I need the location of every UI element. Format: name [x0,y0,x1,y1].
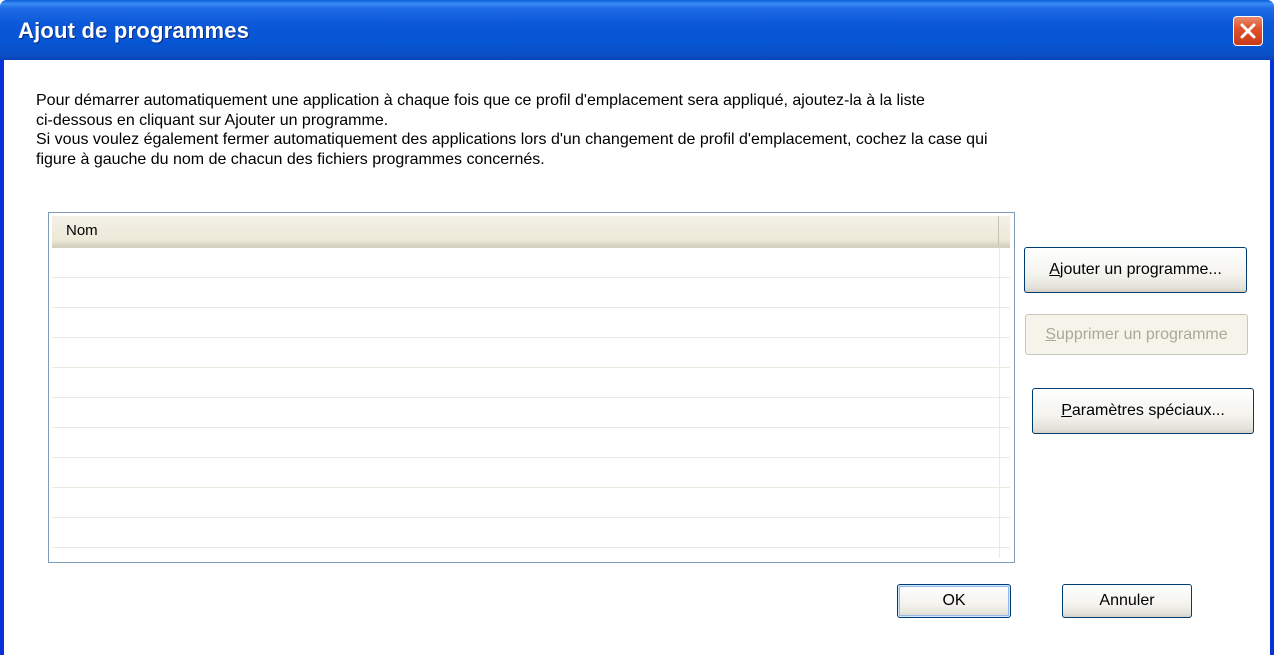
column-header-nom[interactable]: Nom [52,216,999,246]
close-button[interactable] [1233,16,1263,46]
special-settings-button[interactable]: Paramètres spéciaux... [1032,388,1254,434]
empty-row [52,248,1010,278]
add-program-accel: A [1049,261,1060,278]
ok-button[interactable]: OK [897,584,1011,618]
title-bar: Ajout de programmes [0,0,1274,60]
dialog-window: Ajout de programmes Pour démarrer automa… [0,0,1274,655]
empty-row [52,368,1010,398]
remove-program-button[interactable]: Supprimer un programme [1025,314,1248,355]
empty-row [52,308,1010,338]
empty-row [52,338,1010,368]
list-header: Nom [52,216,1010,248]
programs-list[interactable]: Nom [48,212,1015,563]
instructions-line: Pour démarrer automatiquement une applic… [36,92,925,109]
empty-row [52,518,1010,548]
list-body[interactable] [52,248,1010,558]
add-program-button[interactable]: Ajouter un programme... [1024,247,1247,293]
window-title: Ajout de programmes [18,18,250,43]
empty-row [52,428,1010,458]
empty-row [52,278,1010,308]
cancel-button[interactable]: Annuler [1062,584,1192,618]
instructions-line: ci-dessous en cliquant sur Ajouter un pr… [36,111,389,129]
special-settings-accel: P [1061,402,1072,419]
remove-program-label: upprimer un programme [1056,326,1228,343]
empty-row [52,458,1010,488]
instructions-text: Pour démarrer automatiquement une applic… [36,91,1236,169]
dialog-client-area: Pour démarrer automatiquement une applic… [4,60,1270,655]
special-settings-label: aramètres spéciaux... [1071,402,1225,419]
add-program-label: jouter un programme... [1059,261,1222,278]
remove-program-accel: S [1045,326,1057,343]
close-icon [1240,23,1256,39]
column-divider [999,248,1000,558]
instructions-line: figure à gauche du nom de chacun des fic… [36,150,545,168]
instructions-line: Si vous voulez également fermer automati… [36,131,988,148]
empty-row [52,398,1010,428]
empty-row [52,488,1010,518]
